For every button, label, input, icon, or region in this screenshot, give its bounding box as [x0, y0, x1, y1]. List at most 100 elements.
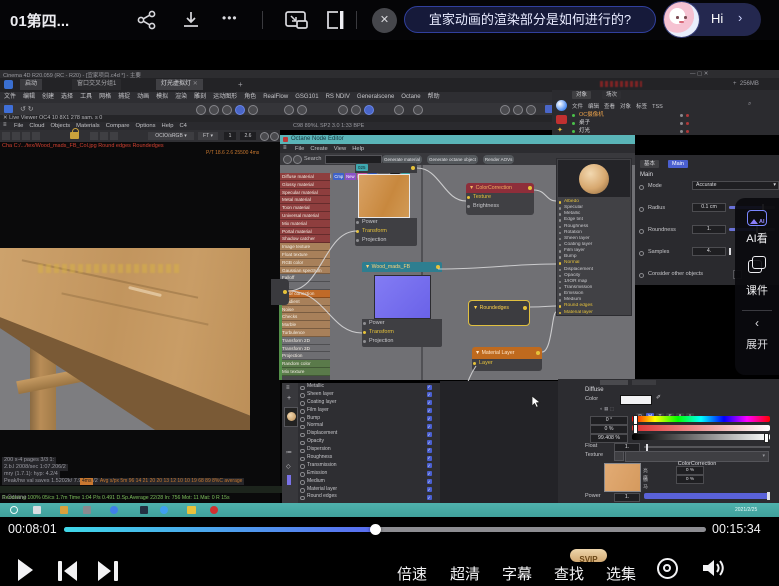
- share-icon[interactable]: [136, 10, 158, 30]
- menu-icon[interactable]: ≡: [283, 145, 287, 151]
- radius-value[interactable]: 0.1 cm: [692, 203, 726, 212]
- object-manager-menu-item[interactable]: 编辑: [588, 102, 599, 110]
- c4d-menu-item[interactable]: 捕捉: [118, 92, 130, 103]
- lv-tool-icon[interactable]: [110, 132, 118, 140]
- c4d-menu-item[interactable]: 文件: [4, 92, 16, 103]
- hue-slider[interactable]: [632, 416, 770, 422]
- toolbar-icon[interactable]: [500, 105, 510, 115]
- channel-row[interactable]: Round edges: [298, 493, 440, 501]
- channel-row[interactable]: Dispersion: [298, 446, 440, 454]
- lv-tool-icon[interactable]: [2, 132, 10, 140]
- channel-row[interactable]: Transmission: [298, 462, 440, 470]
- c4d-menu-item[interactable]: 网格: [99, 92, 111, 103]
- next-episode-button[interactable]: [98, 561, 120, 581]
- camera-icon[interactable]: [556, 115, 567, 124]
- layout-tab-1[interactable]: 启动: [20, 79, 42, 90]
- node-port[interactable]: Projection: [355, 236, 417, 245]
- taskbar-icon[interactable]: [210, 506, 218, 514]
- node-type-item[interactable]: Turbulence: [280, 329, 330, 337]
- viewport[interactable]: [0, 248, 250, 430]
- node-editor-button[interactable]: Generate octane object: [427, 155, 478, 164]
- lv-tool-icon[interactable]: [12, 132, 20, 140]
- star-icon[interactable]: ✦: [557, 126, 563, 134]
- toolbar-icon[interactable]: [248, 105, 258, 115]
- channel-row[interactable]: Material layer: [298, 486, 440, 494]
- object-manager-menu-item[interactable]: 文件: [572, 102, 583, 110]
- power-slider[interactable]: [644, 493, 770, 499]
- toolbar-icon-active[interactable]: [235, 105, 245, 115]
- c4d-menu-item[interactable]: 渲染: [175, 92, 187, 103]
- channel-row[interactable]: Emission: [298, 470, 440, 478]
- taskbar-icon[interactable]: [83, 506, 91, 514]
- add-icon[interactable]: +: [287, 395, 291, 402]
- node-type-item[interactable]: Mix texture: [280, 368, 330, 376]
- material-port[interactable]: Material layer: [557, 310, 631, 316]
- node-category-chip[interactable]: New: [345, 173, 355, 180]
- list-icon[interactable]: ≔: [286, 449, 292, 456]
- node-type-item[interactable]: Universal material: [280, 212, 330, 220]
- c4d-menu-item[interactable]: Octane: [401, 92, 420, 103]
- node-editor-menu-item[interactable]: Create: [310, 146, 327, 152]
- c4d-menu-item[interactable]: 选择: [61, 92, 73, 103]
- c4d-menu-item[interactable]: 创建: [42, 92, 54, 103]
- power-value[interactable]: 1.: [614, 493, 640, 502]
- texture-dropdown[interactable]: ColorCorrection ▾: [625, 451, 769, 462]
- node-wood-normal[interactable]: ▼ Wood_mads_FB PowerTransformProjection: [362, 262, 442, 350]
- toolbar-icon[interactable]: [526, 105, 536, 115]
- node-port[interactable]: Layer: [472, 359, 542, 368]
- live-viewer-menu-item[interactable]: Cloud: [29, 123, 44, 129]
- node-editor-button[interactable]: Render AOVs: [483, 155, 515, 164]
- samples-value[interactable]: 4.: [692, 247, 726, 256]
- ft-dropdown[interactable]: FT ▾: [198, 132, 218, 140]
- panel-tab[interactable]: [600, 380, 628, 385]
- taskbar-icon[interactable]: [140, 506, 148, 514]
- courseware-icon[interactable]: [748, 260, 762, 273]
- node-type-item[interactable]: Gaussian spectrum: [280, 267, 330, 275]
- ne-tool-circle[interactable]: [293, 155, 302, 164]
- speed-button[interactable]: 倍速: [397, 563, 427, 584]
- live-viewer-menu-item[interactable]: File: [14, 123, 23, 129]
- channel-row[interactable]: Medium: [298, 478, 440, 486]
- node-type-item[interactable]: Projection: [280, 352, 330, 360]
- output-port-dot[interactable]: [411, 166, 415, 170]
- volume-icon[interactable]: [700, 556, 726, 580]
- node-port[interactable]: Transform: [362, 328, 442, 337]
- node-port[interactable]: Power: [362, 319, 442, 328]
- node-type-item[interactable]: Image texture: [280, 243, 330, 251]
- c4d-menu-item[interactable]: 模拟: [156, 92, 168, 103]
- node-port[interactable]: Texture: [466, 193, 534, 202]
- channel-checkbox[interactable]: [427, 487, 432, 492]
- roundness-value[interactable]: 1.: [692, 225, 726, 234]
- channel-checkbox[interactable]: [427, 471, 432, 476]
- channel-checkbox[interactable]: [427, 463, 432, 468]
- node-roundedges[interactable]: ▼ Roundedges: [468, 300, 530, 326]
- lv-tool-icon[interactable]: [90, 132, 98, 140]
- texture-preview-swatch[interactable]: [604, 463, 641, 492]
- tab-close-icon[interactable]: ✕: [193, 81, 198, 87]
- node-type-item[interactable]: Shadow catcher: [280, 235, 330, 243]
- lv-value-1[interactable]: 1: [224, 132, 236, 140]
- find-button[interactable]: 查找: [554, 563, 584, 584]
- node-editor-menu-item[interactable]: File: [295, 146, 304, 152]
- c4d-menu-item[interactable]: GSG101: [295, 92, 318, 103]
- ai-watch-label[interactable]: AI看: [735, 230, 779, 246]
- live-viewer-menu-item[interactable]: Compare: [106, 123, 130, 129]
- node-type-item[interactable]: Float texture: [280, 251, 330, 259]
- folder-icon[interactable]: [4, 105, 13, 113]
- channel-row[interactable]: Bump: [298, 415, 440, 423]
- object-manager-menu-item[interactable]: 对象: [620, 102, 631, 110]
- progress-thumb[interactable]: [370, 524, 381, 535]
- object-tree-row[interactable]: 灯光: [570, 127, 770, 135]
- node-type-item[interactable]: Specular material: [280, 189, 330, 197]
- live-viewer-menu-item[interactable]: Objects: [51, 123, 71, 129]
- taskbar-icon[interactable]: [60, 506, 68, 514]
- node-type-item[interactable]: Transform 2D: [280, 337, 330, 345]
- tab-main[interactable]: Main: [668, 160, 688, 168]
- collapse-chevron-icon[interactable]: ‹: [735, 316, 779, 330]
- sat-value[interactable]: 0 %: [590, 425, 628, 434]
- node-editor-menu-item[interactable]: Help: [352, 146, 364, 152]
- expand-label[interactable]: 展开: [735, 336, 779, 352]
- float-slider[interactable]: [644, 446, 770, 448]
- node-port[interactable]: Transform: [355, 227, 417, 236]
- mix-value-box[interactable]: 0 %: [676, 475, 704, 484]
